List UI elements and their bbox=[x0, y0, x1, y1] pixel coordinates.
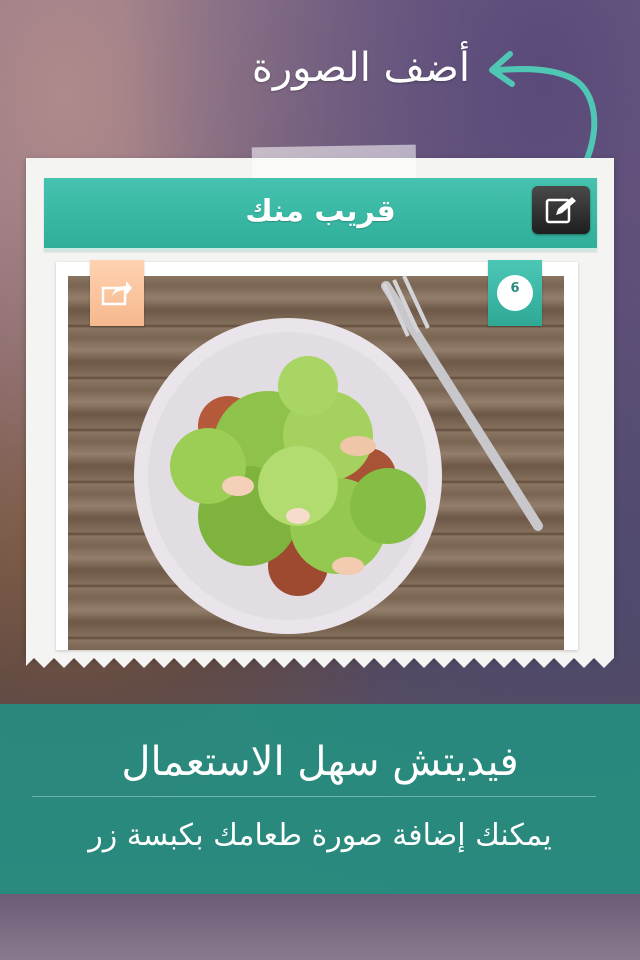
salad-illustration bbox=[134, 276, 543, 634]
plate-counter-icon: 6 bbox=[497, 275, 533, 311]
edit-button[interactable] bbox=[532, 186, 590, 234]
divider bbox=[32, 796, 596, 797]
card-title: قريب منك bbox=[245, 194, 396, 229]
edit-icon bbox=[545, 197, 576, 224]
share-button[interactable] bbox=[90, 260, 144, 326]
background-blur bbox=[0, 890, 640, 960]
share-icon bbox=[101, 281, 132, 306]
feature-title: فيديتش سهل الاستعمال bbox=[121, 739, 519, 785]
like-count-badge[interactable]: 6 bbox=[488, 260, 542, 326]
like-count: 6 bbox=[510, 281, 520, 296]
card-torn-edge bbox=[26, 648, 614, 668]
card-header: قريب منك bbox=[44, 178, 597, 251]
feature-panel: فيديتش سهل الاستعمال يمكنك إضافة صورة طع… bbox=[0, 704, 640, 894]
food-photo[interactable] bbox=[68, 276, 564, 650]
feature-subtitle: يمكنك إضافة صورة طعامك بكبسة زر bbox=[88, 818, 552, 853]
tape-strip bbox=[251, 144, 417, 182]
add-photo-caption: أضف الصورة bbox=[251, 45, 470, 91]
